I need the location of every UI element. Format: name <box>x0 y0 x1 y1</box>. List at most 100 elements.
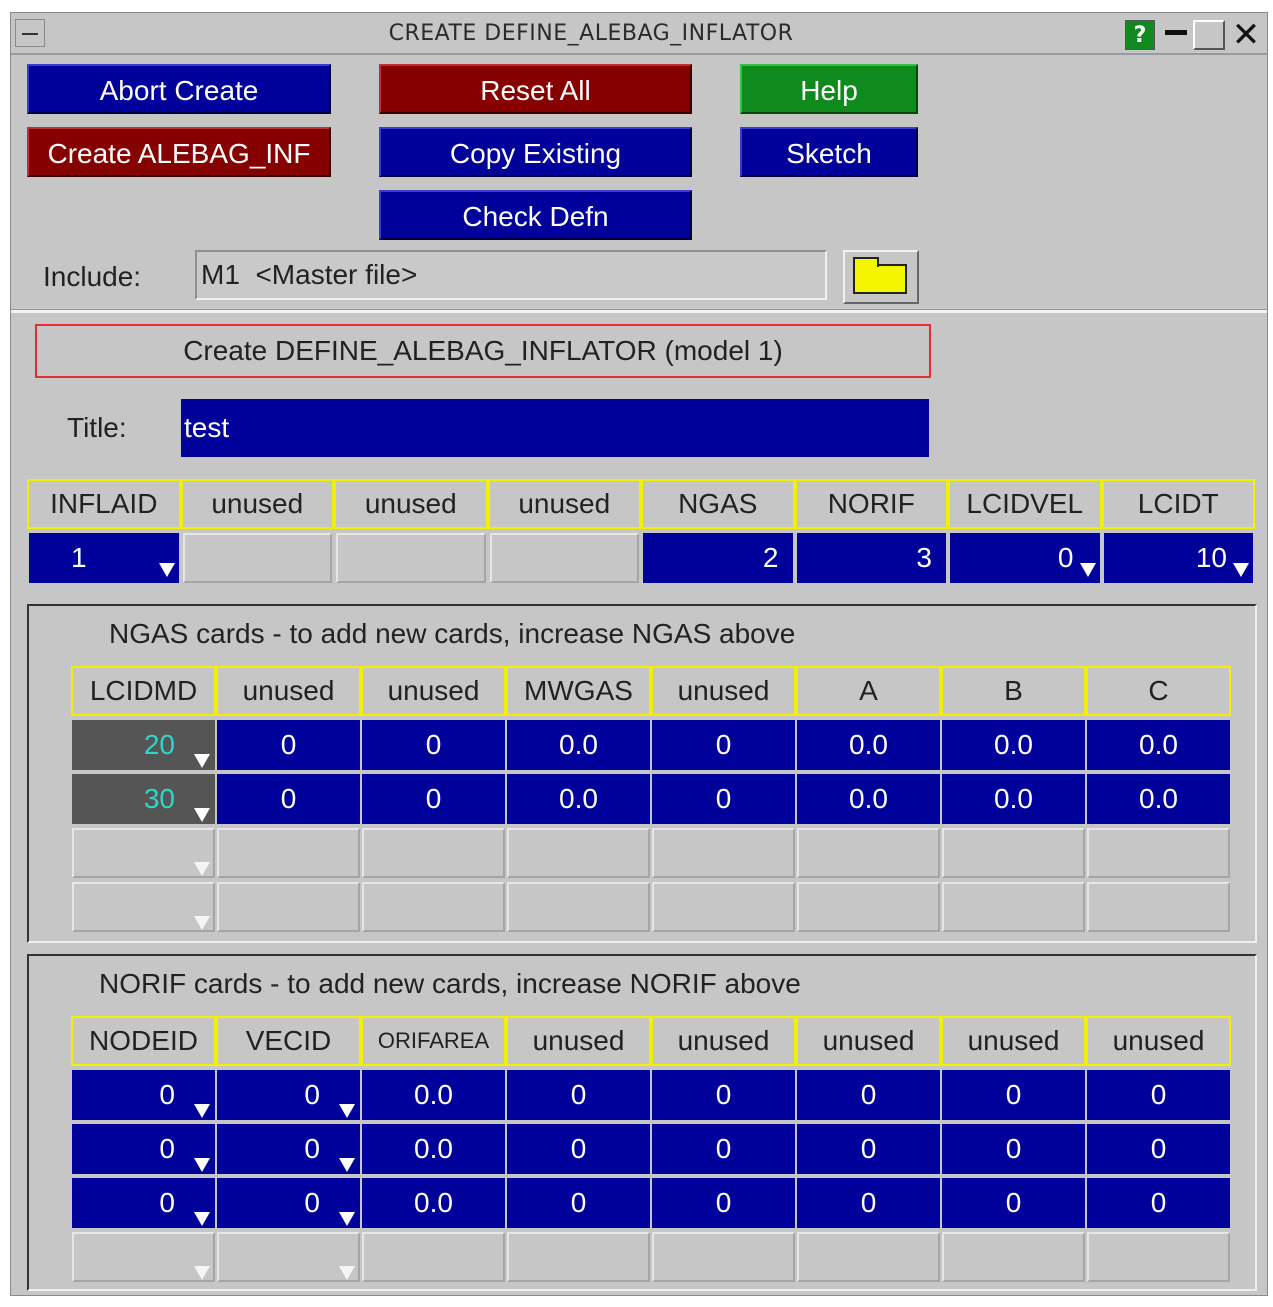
norif_panel-cell[interactable]: 0 <box>652 1124 795 1174</box>
card1-header: NGAS <box>641 479 795 529</box>
norif_panel-empty-cell <box>652 1232 795 1282</box>
norif_panel-empty-cell <box>507 1232 650 1282</box>
ngas_panel-cell[interactable]: 0.0 <box>507 774 650 824</box>
dropdown-arrow-icon[interactable] <box>194 808 210 822</box>
dropdown-arrow-icon[interactable] <box>194 916 210 930</box>
norif_panel-cell[interactable]: 0 <box>942 1070 1085 1120</box>
ngas_panel-cell[interactable]: 0.0 <box>797 720 940 770</box>
card1-field-ngas[interactable]: 2 <box>643 533 793 583</box>
norif_panel-cell[interactable]: 0 <box>797 1124 940 1174</box>
folder-icon <box>853 257 907 294</box>
card1-field-lcidt[interactable]: 10 <box>1103 533 1253 583</box>
norif_panel-header: unused <box>506 1016 651 1066</box>
card1-field-inflaid[interactable]: 1 <box>29 533 179 583</box>
dropdown-arrow-icon[interactable] <box>194 862 210 876</box>
norif_panel-cell[interactable]: 0 <box>507 1124 650 1174</box>
dropdown-arrow-icon[interactable] <box>194 1212 210 1226</box>
norif_panel-header: unused <box>651 1016 796 1066</box>
card1-field-lcidvel[interactable]: 0 <box>950 533 1100 583</box>
include-browse-button[interactable] <box>843 250 919 304</box>
norif_panel-header: unused <box>1086 1016 1231 1066</box>
norif_panel-cell[interactable]: 0 <box>1087 1070 1230 1120</box>
dropdown-arrow-icon[interactable] <box>339 1158 355 1172</box>
card1-field-unused <box>182 533 332 583</box>
norif_panel-header: VECID <box>216 1016 361 1066</box>
card1-field-unused <box>336 533 486 583</box>
dropdown-arrow-icon[interactable] <box>339 1104 355 1118</box>
dropdown-arrow-icon[interactable] <box>194 754 210 768</box>
ngas_panel-cell[interactable]: 0.0 <box>1087 720 1230 770</box>
dropdown-arrow-icon[interactable] <box>339 1212 355 1226</box>
dropdown-arrow-icon[interactable] <box>339 1266 355 1280</box>
ngas_panel-cell[interactable]: 0.0 <box>1087 774 1230 824</box>
ngas_panel-cell[interactable]: 0 <box>652 774 795 824</box>
ngas_panel-empty-cell <box>1087 828 1230 878</box>
ngas_panel-cell[interactable]: 0 <box>362 720 505 770</box>
copy-existing-button[interactable]: Copy Existing <box>379 127 692 177</box>
norif_panel-cell[interactable]: 0 <box>1087 1124 1230 1174</box>
ngas_panel-cell[interactable]: 0 <box>362 774 505 824</box>
card1-field-norif[interactable]: 3 <box>796 533 946 583</box>
abort-create-button[interactable]: Abort Create <box>27 64 331 114</box>
ngas_panel-empty-cell <box>652 828 795 878</box>
check-defn-button[interactable]: Check Defn <box>379 190 692 240</box>
close-icon[interactable]: ✕ <box>1229 18 1263 52</box>
ngas_panel-cell[interactable]: 0.0 <box>797 774 940 824</box>
create-alebag-inf-button[interactable]: Create ALEBAG_INF <box>27 127 331 177</box>
norif_panel-cell[interactable]: 0 <box>797 1178 940 1228</box>
include-label: Include: <box>43 261 142 292</box>
ngas_panel-empty-cell <box>217 882 360 932</box>
norif-panel: NORIF cards - to add new cards, increase… <box>27 954 1257 1291</box>
ngas_panel-cell[interactable]: 0 <box>652 720 795 770</box>
ngas_panel-cell[interactable]: 0 <box>217 720 360 770</box>
ngas_panel-header: unused <box>361 666 506 716</box>
norif_panel-cell[interactable]: 0.0 <box>362 1070 505 1120</box>
sketch-button[interactable]: Sketch <box>740 127 918 177</box>
help-button[interactable]: Help <box>740 64 918 114</box>
norif_panel-cell[interactable]: 0 <box>1087 1178 1230 1228</box>
dropdown-arrow-icon[interactable] <box>194 1158 210 1172</box>
norif_panel-cell[interactable]: 0.0 <box>362 1178 505 1228</box>
norif_panel-cell[interactable]: 0 <box>942 1178 1085 1228</box>
reset-all-button[interactable]: Reset All <box>379 64 692 114</box>
norif_panel-cell[interactable]: 0 <box>797 1070 940 1120</box>
norif_panel-cell[interactable]: 0 <box>942 1124 1085 1174</box>
ngas-panel-title: NGAS cards - to add new cards, increase … <box>109 618 796 649</box>
help-question-icon[interactable]: ? <box>1125 20 1155 50</box>
ngas_panel-cell[interactable]: 0 <box>217 774 360 824</box>
norif_panel-cell[interactable]: 0 <box>507 1178 650 1228</box>
dialog-window: CREATE DEFINE_ALEBAG_INFLATOR ? ✕ Abort … <box>10 12 1268 1296</box>
norif_panel-header: NODEID <box>71 1016 216 1066</box>
ngas_panel-cell[interactable]: 0.0 <box>942 720 1085 770</box>
norif_panel-cell[interactable]: 0 <box>507 1070 650 1120</box>
card1-header: LCIDT <box>1101 479 1255 529</box>
norif_panel-empty-cell <box>1087 1232 1230 1282</box>
ngas_panel-header: unused <box>216 666 361 716</box>
card1-header: NORIF <box>794 479 948 529</box>
ngas_panel-empty-cell <box>362 828 505 878</box>
ngas_panel-cell[interactable]: 0.0 <box>942 774 1085 824</box>
norif_panel-empty-cell <box>942 1232 1085 1282</box>
norif_panel-cell[interactable]: 0 <box>652 1178 795 1228</box>
title-input[interactable]: test <box>181 399 929 457</box>
norif-panel-title: NORIF cards - to add new cards, increase… <box>99 968 801 999</box>
norif_panel-cell[interactable]: 0.0 <box>362 1124 505 1174</box>
dropdown-arrow-icon[interactable] <box>1233 563 1249 577</box>
minimize-icon[interactable] <box>1161 20 1189 50</box>
dropdown-arrow-icon[interactable] <box>194 1266 210 1280</box>
ngas_panel-header: LCIDMD <box>71 666 216 716</box>
card1-header: INFLAID <box>27 479 181 529</box>
ngas-panel: NGAS cards - to add new cards, increase … <box>27 604 1257 943</box>
dropdown-arrow-icon[interactable] <box>158 563 175 577</box>
ngas_panel-cell[interactable]: 0.0 <box>507 720 650 770</box>
ngas_panel-header: A <box>796 666 941 716</box>
dropdown-arrow-icon[interactable] <box>1079 563 1096 577</box>
include-field[interactable]: M1 <Master file> <box>195 250 827 300</box>
dropdown-arrow-icon[interactable] <box>194 1104 210 1118</box>
ngas_panel-header: B <box>941 666 1086 716</box>
card1-header: LCIDVEL <box>948 479 1102 529</box>
maximize-icon[interactable] <box>1193 20 1225 50</box>
ngas_panel-header: unused <box>651 666 796 716</box>
norif_panel-cell[interactable]: 0 <box>652 1070 795 1120</box>
ngas_panel-header: MWGAS <box>506 666 651 716</box>
